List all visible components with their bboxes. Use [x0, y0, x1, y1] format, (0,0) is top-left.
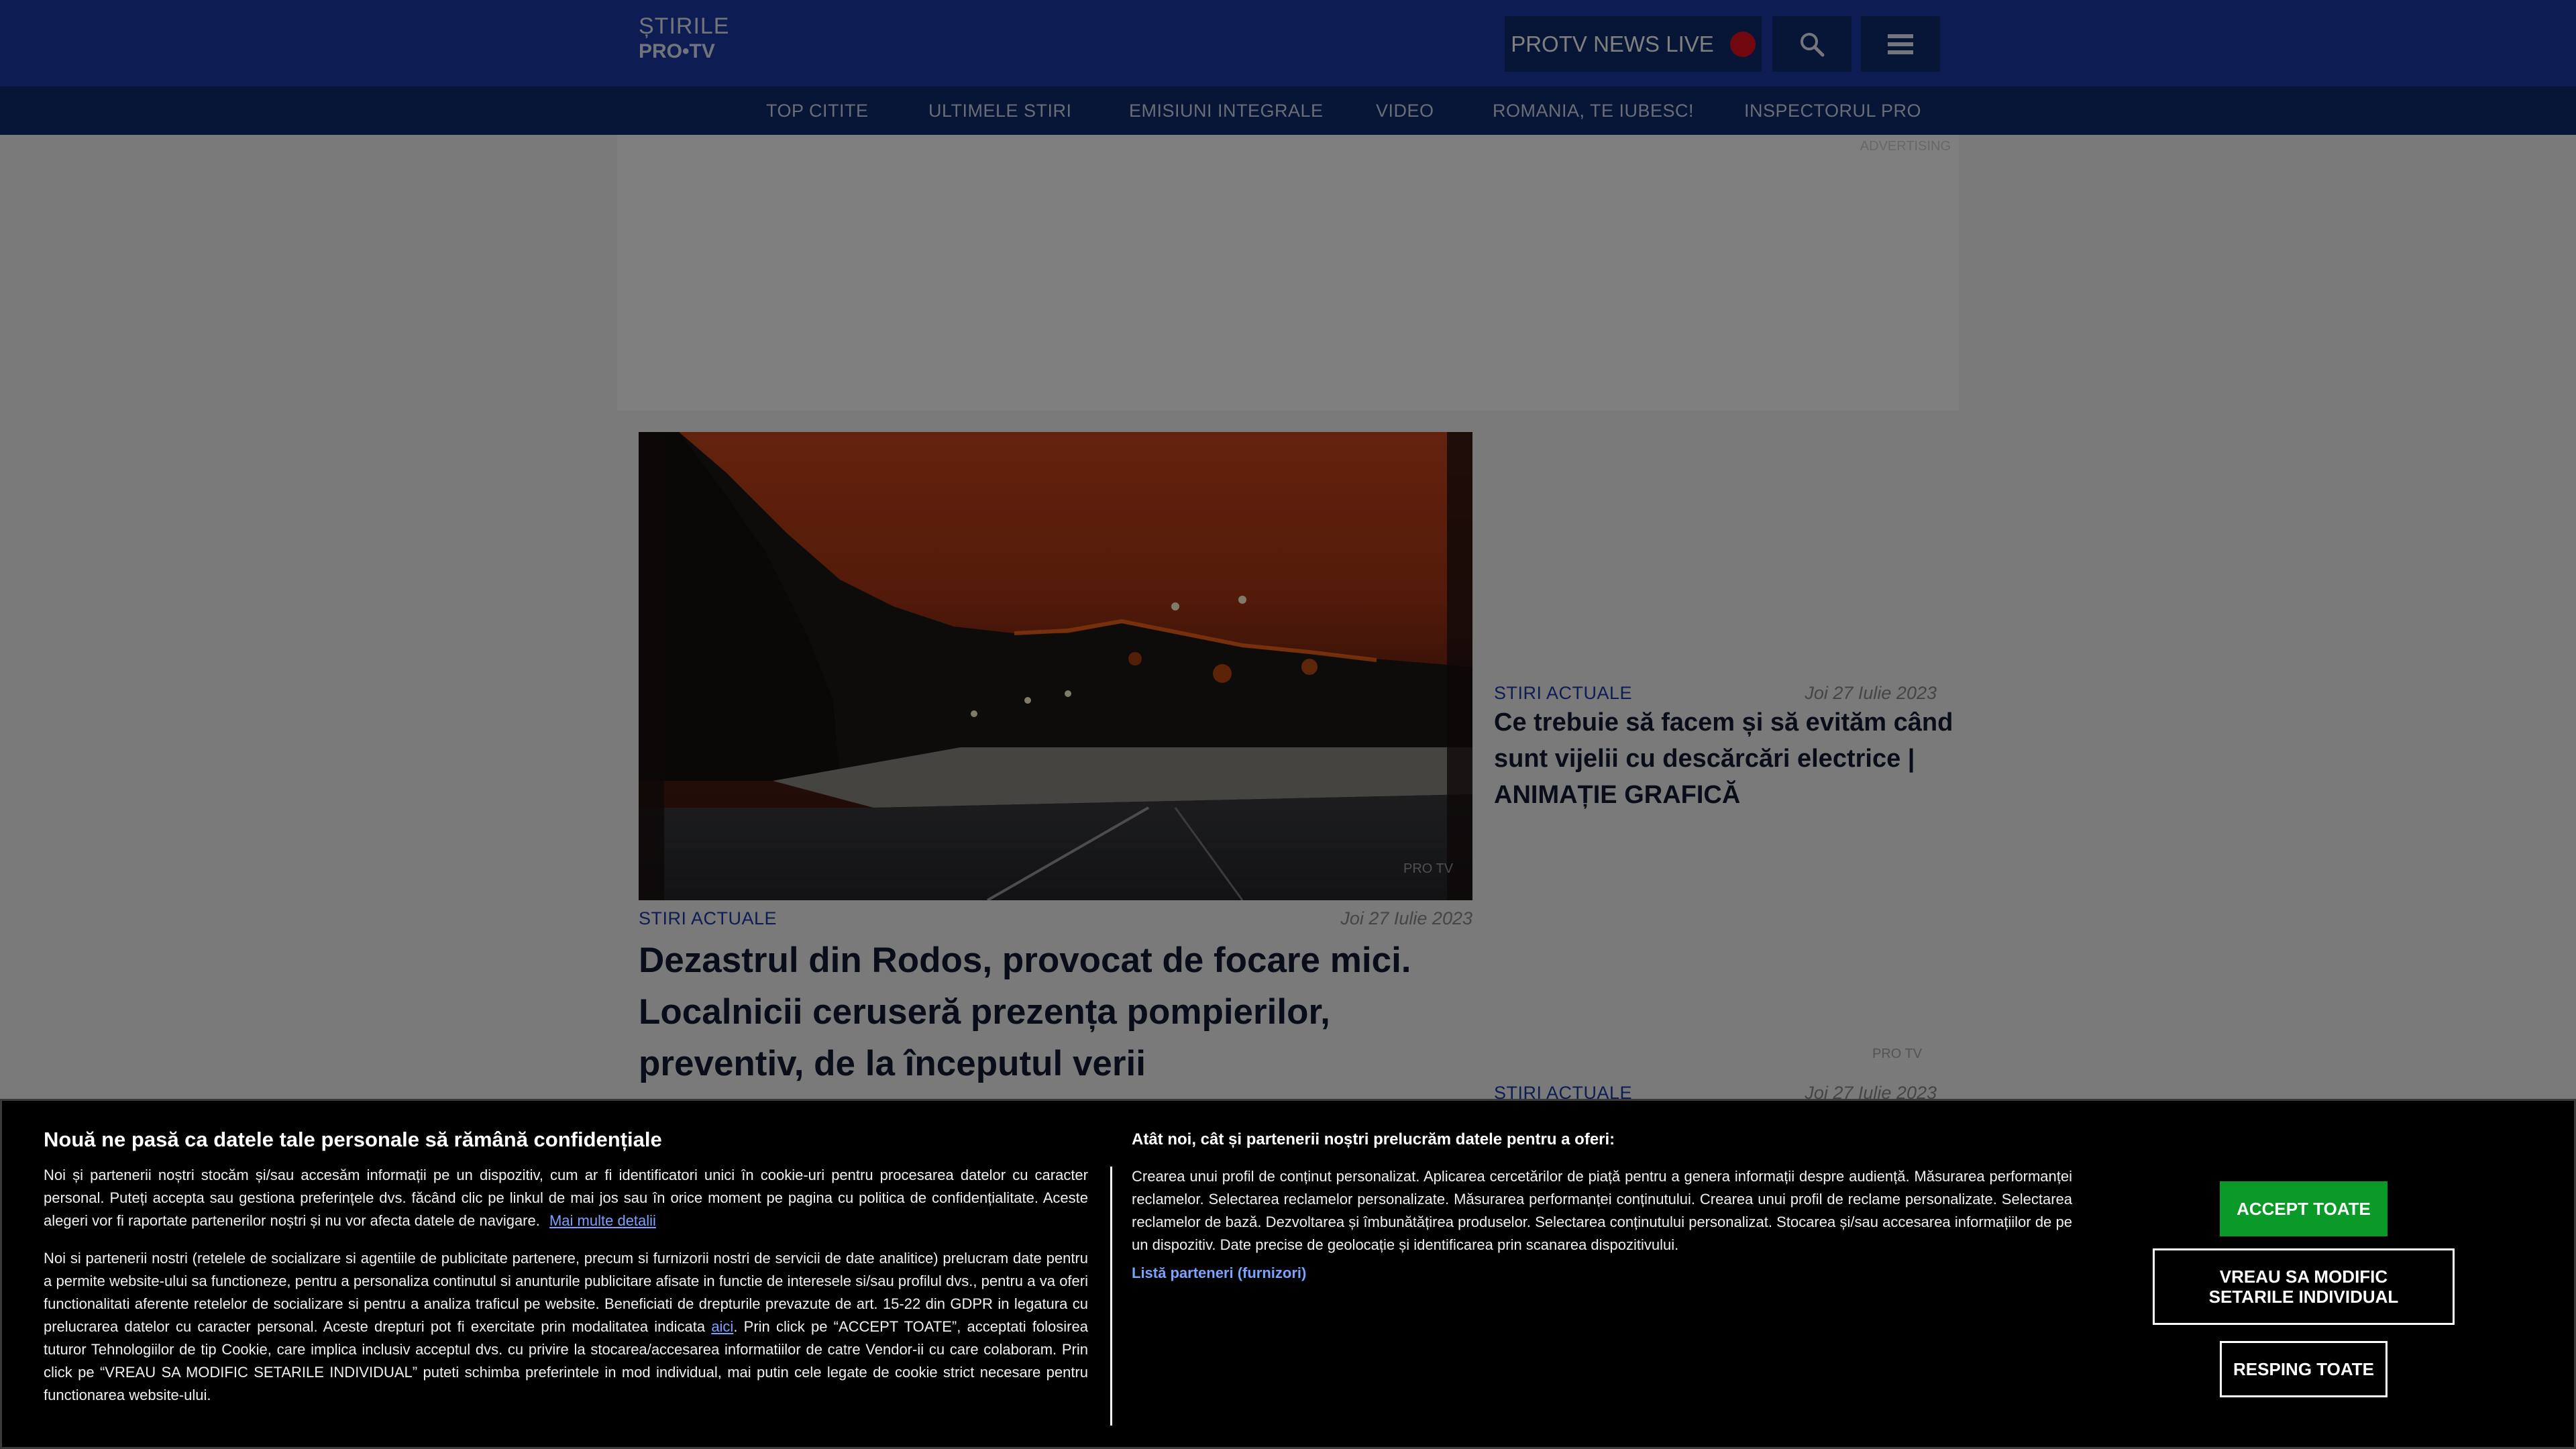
modify-settings-button[interactable]: VREAU SA MODIFIC SETARILE INDIVIDUAL	[2153, 1248, 2455, 1325]
accept-all-button[interactable]: ACCEPT TOATE	[2220, 1181, 2387, 1236]
reject-all-button[interactable]: RESPING TOATE	[2220, 1341, 2387, 1397]
cookie-consent-panel: Nouă ne pasă ca datele tale personale să…	[0, 1099, 2576, 1449]
more-details-link[interactable]: Mai multe detalii	[549, 1212, 656, 1229]
purposes-heading: Atât noi, cât și partenerii noștri prelu…	[1132, 1130, 1615, 1148]
consent-gdpr-text: Noi si partenerii nostri (retelele de so…	[44, 1247, 1088, 1407]
purposes-text: Crearea unui profil de conținut personal…	[1132, 1168, 2072, 1253]
here-link[interactable]: aici	[711, 1318, 733, 1335]
consent-intro-text: Noi și partenerii noștri stocăm și/sau a…	[44, 1164, 1088, 1232]
consent-heading: Nouă ne pasă ca datele tale personale să…	[44, 1128, 662, 1151]
consent-divider	[1110, 1167, 1112, 1426]
partners-list-link[interactable]: Listă parteneri (furnizori)	[1132, 1265, 1306, 1282]
